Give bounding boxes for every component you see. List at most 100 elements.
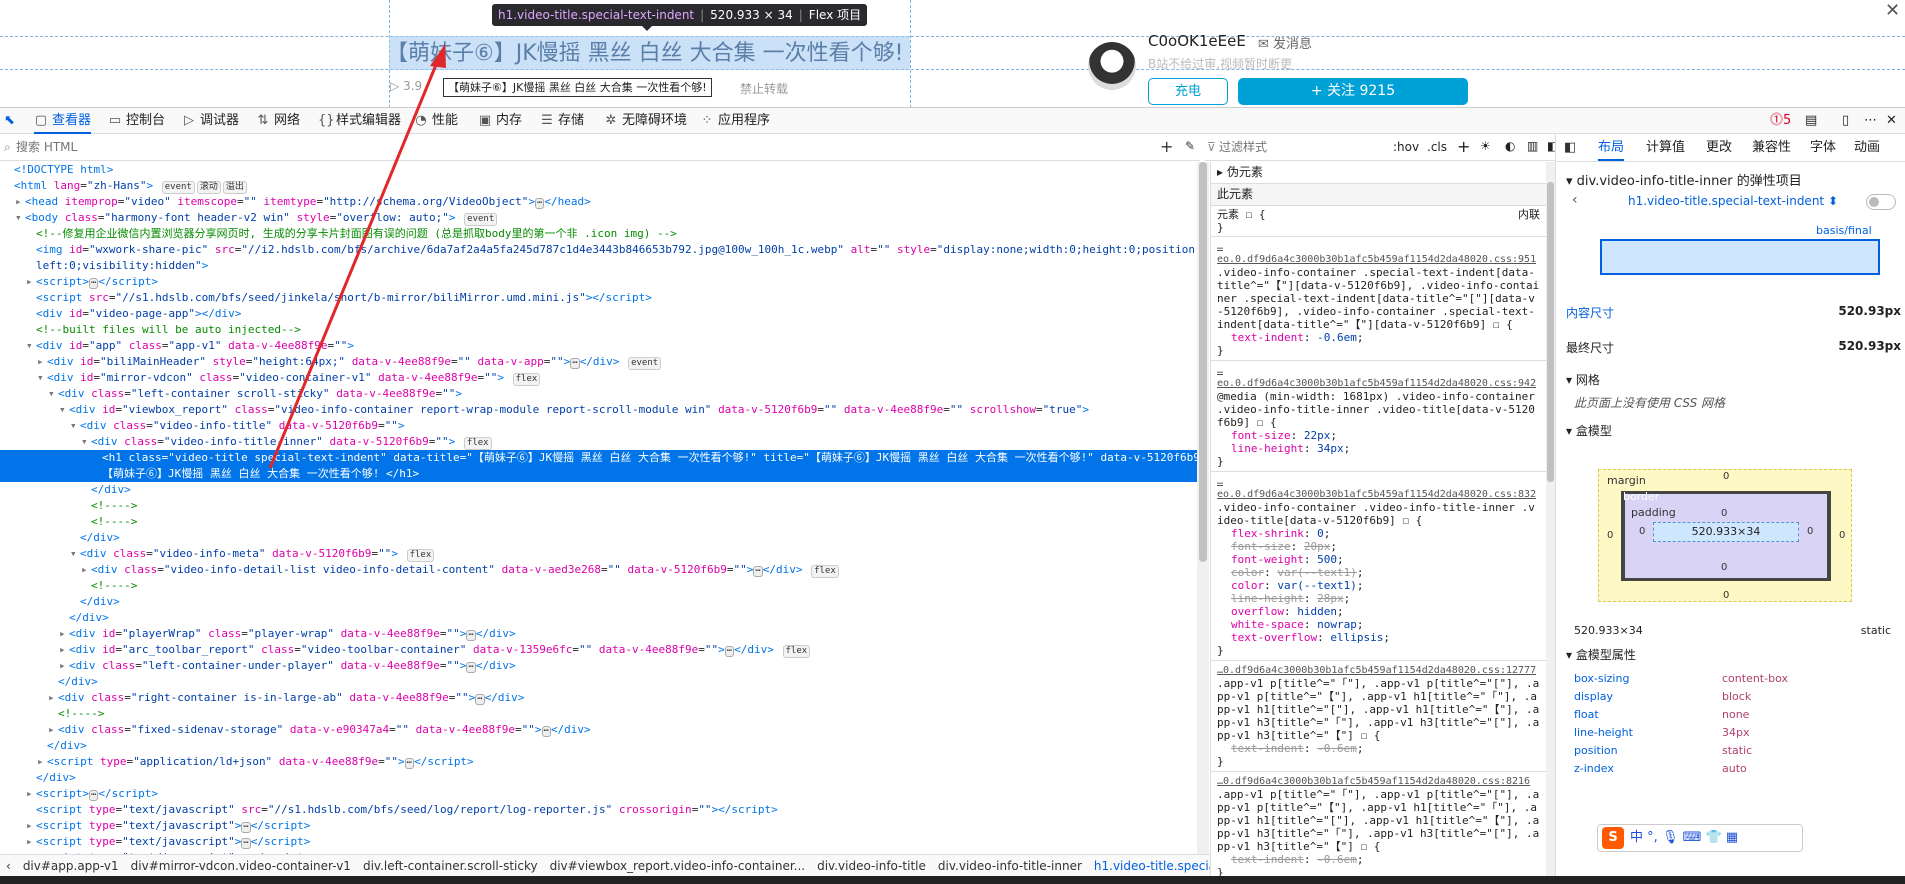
tab-accessibility[interactable]: ✲ 无障碍环境 — [604, 108, 687, 134]
tree-node[interactable]: <!DOCTYPE html> — [0, 162, 1197, 178]
expand-toggle-icon[interactable]: ▾ — [70, 418, 80, 434]
css-declaration[interactable]: flex-shrink: 0; — [1217, 527, 1540, 540]
tab-inspector[interactable]: ▢ 查看器 — [34, 108, 92, 134]
grid-header[interactable]: ▾ 网格 — [1566, 371, 1600, 388]
expand-toggle-icon[interactable]: ▸ — [37, 354, 47, 370]
box-prop-value[interactable]: none — [1722, 708, 1749, 721]
split-console-icon[interactable]: ▤ — [1805, 108, 1817, 134]
css-declaration[interactable]: text-indent: -0.6em; — [1217, 742, 1540, 755]
tree-node[interactable]: 【萌妹子⑥】JK慢摇 黑丝 白丝 大合集 一次性看个够! </h1> — [0, 466, 1197, 482]
tree-node[interactable]: ▸ <script> ⋯ </script> — [0, 786, 1197, 802]
tab-animations[interactable]: 动画 — [1854, 134, 1880, 161]
close-icon[interactable]: ✕ — [1885, 0, 1900, 21]
light-mode-icon[interactable]: ☀ — [1480, 139, 1491, 153]
tree-node[interactable]: ▸ <div id="arc_toolbar_report" class="vid… — [0, 642, 1197, 658]
expand-toggle-icon[interactable]: ▸ — [26, 818, 36, 834]
css-declaration[interactable]: text-overflow: ellipsis; — [1217, 631, 1540, 644]
expand-toggle-icon[interactable]: ▾ — [70, 546, 80, 562]
tree-node[interactable]: ▾ <div id="viewbox_report" class="video-i… — [0, 402, 1197, 418]
rule-source-link[interactable]: …0.df9d6a4c3000b30b1afc5b459af1154d2da48… — [1217, 664, 1540, 677]
tree-node[interactable]: ▸ <div id="biliMainHeader" style="height:… — [0, 354, 1197, 370]
breadcrumb-item[interactable]: div.video-info-title — [817, 859, 926, 873]
expand-toggle-icon[interactable]: ▾ — [48, 386, 58, 402]
pick-element-icon[interactable]: ⬉ — [4, 108, 15, 134]
tree-node[interactable]: left:0;visibility:hidden"> — [0, 258, 1197, 274]
box-prop-value[interactable]: block — [1722, 690, 1751, 703]
tab-storage[interactable]: ☰ 存储 — [540, 108, 584, 134]
search-input[interactable] — [16, 137, 1116, 157]
rule-source-link[interactable]: …eo.0.df9d6a4c3000b30b1afc5b459af1154d2d… — [1217, 364, 1540, 390]
pseudo-elements-toggle[interactable]: ▸ 伪元素 — [1211, 162, 1546, 184]
expand-toggle-icon[interactable]: ▸ — [26, 834, 36, 850]
scroll-thumb[interactable] — [1547, 182, 1554, 482]
more-icon[interactable]: ⋯ — [1864, 108, 1877, 134]
dark-mode-icon[interactable]: ◐ — [1505, 139, 1515, 153]
css-declaration[interactable]: font-size: 22px; — [1217, 429, 1540, 442]
tab-application[interactable]: ⁘ 应用程序 — [700, 108, 770, 134]
tree-node[interactable]: ▾ <div class="video-info-meta" data-v-512… — [0, 546, 1197, 562]
expand-toggle-icon[interactable]: ▸ — [26, 786, 36, 802]
expand-toggle-icon[interactable]: ▾ — [59, 402, 69, 418]
css-declaration[interactable]: line-height: 28px; — [1217, 592, 1540, 605]
tab-performance[interactable]: ◔ 性能 — [414, 108, 458, 134]
tree-node[interactable]: <div id="video-page-app"></div> — [0, 306, 1197, 322]
tree-node[interactable]: ▾ <body class="harmony-font header-v2 win… — [0, 210, 1197, 226]
tree-node[interactable]: ▾ <div class="video-info-title-inner" dat… — [0, 434, 1197, 450]
expand-toggle-icon[interactable]: ▸ — [48, 690, 58, 706]
ime-toolbar[interactable]: S中 °, 🎙 ⌨ 👕 ▦ — [1597, 824, 1803, 852]
tree-node[interactable]: <!----> — [0, 578, 1197, 594]
tree-node[interactable]: ▸ <div class="fixed-sidenav-storage" data… — [0, 722, 1197, 738]
box-prop-value[interactable]: static — [1722, 744, 1752, 757]
expand-toggle-icon[interactable]: ▾ — [15, 210, 25, 226]
flex-item-header[interactable]: ▾ div.video-info-title-inner 的弹性项目 — [1566, 170, 1802, 189]
tree-node[interactable]: </div> — [0, 674, 1197, 690]
keyboard-icon[interactable]: ⌨ — [1683, 830, 1702, 845]
sidebar-icon[interactable]: ◧ — [1564, 134, 1576, 161]
tab-network[interactable]: ⇅ 网络 — [256, 108, 300, 134]
tab-changes[interactable]: 更改 — [1706, 134, 1732, 161]
tree-node[interactable]: <h1 class="video-title special-text-inde… — [0, 450, 1197, 466]
tree-node[interactable]: ▾ <div class="video-info-title" data-v-51… — [0, 418, 1197, 434]
tree-node[interactable]: <!----> — [0, 514, 1197, 530]
tree-node[interactable]: <img id="wxwork-share-pic" src="//i2.hds… — [0, 242, 1197, 258]
tree-node[interactable]: </div> — [0, 738, 1197, 754]
eyedropper-icon[interactable]: ✎ — [1185, 139, 1195, 153]
tree-node[interactable]: <!--修复用企业微信内置浏览器分享网页时, 生成的分享卡片封面图有误的问题 (… — [0, 226, 1197, 242]
tree-node[interactable]: <!--built files will be auto injected--> — [0, 322, 1197, 338]
breadcrumb-item[interactable]: div#viewbox_report.video-info-container.… — [550, 859, 806, 873]
cls-toggle[interactable]: .cls — [1427, 140, 1447, 154]
highlight-toggle[interactable] — [1866, 194, 1896, 210]
tree-node[interactable]: ▸<script type="text/javascript">⋯</scrip… — [0, 818, 1197, 834]
expand-toggle-icon[interactable]: ▸ — [15, 194, 25, 210]
expand-toggle-icon[interactable]: ▸ — [59, 626, 69, 642]
css-declaration[interactable]: color: var(--text1); — [1217, 579, 1540, 592]
css-declaration[interactable]: overflow: hidden; — [1217, 605, 1540, 618]
box-prop-value[interactable]: 34px — [1722, 726, 1750, 739]
charge-button[interactable]: 充电 — [1148, 78, 1228, 105]
rule-source-link[interactable]: …0.df9d6a4c3000b30b1afc5b459af1154d2da48… — [1217, 775, 1540, 788]
rule-source-link[interactable]: …eo.0.df9d6a4c3000b30b1afc5b459af1154d2d… — [1217, 240, 1540, 266]
expand-toggle-icon[interactable]: ▸ — [26, 274, 36, 290]
close-devtools-icon[interactable]: ✕ — [1886, 108, 1897, 134]
tree-node[interactable]: </div> — [0, 530, 1197, 546]
css-declaration[interactable]: white-space: nowrap; — [1217, 618, 1540, 631]
tree-node[interactable]: ▸ <script type="application/ld+json" data… — [0, 754, 1197, 770]
flex-item-select[interactable]: h1.video-title.special-text-indent ⬍ — [1628, 194, 1838, 208]
tab-fonts[interactable]: 字体 — [1810, 134, 1836, 161]
tab-console[interactable]: ▭ 控制台 — [108, 108, 165, 134]
tree-node[interactable]: ▾ <div id="mirror-vdcon" class="video-con… — [0, 370, 1197, 386]
tab-layout[interactable]: 布局 — [1598, 134, 1625, 161]
box-prop-value[interactable]: content-box — [1722, 672, 1788, 685]
tree-node[interactable]: <script type="text/javascript" src="//s1… — [0, 802, 1197, 818]
rules-scrollbar[interactable] — [1546, 162, 1555, 876]
breadcrumb-item[interactable]: div#mirror-vdcon.video-container-v1 — [131, 859, 351, 873]
breadcrumb-item[interactable]: div#app.app-v1 — [23, 859, 119, 873]
box-model-header[interactable]: ▾ 盒模型 — [1566, 422, 1612, 439]
breadcrumb-item[interactable]: div.left-container.scroll-sticky — [363, 859, 538, 873]
breadcrumb-item[interactable]: div.video-info-title-inner — [938, 859, 1082, 873]
expand-toggle-icon[interactable]: ▸ — [59, 642, 69, 658]
send-message-link[interactable]: ✉ 发消息 — [1258, 33, 1312, 52]
tree-scrollbar[interactable] — [1197, 162, 1209, 854]
tree-node[interactable]: </div> — [0, 610, 1197, 626]
tab-computed[interactable]: 计算值 — [1646, 134, 1685, 161]
